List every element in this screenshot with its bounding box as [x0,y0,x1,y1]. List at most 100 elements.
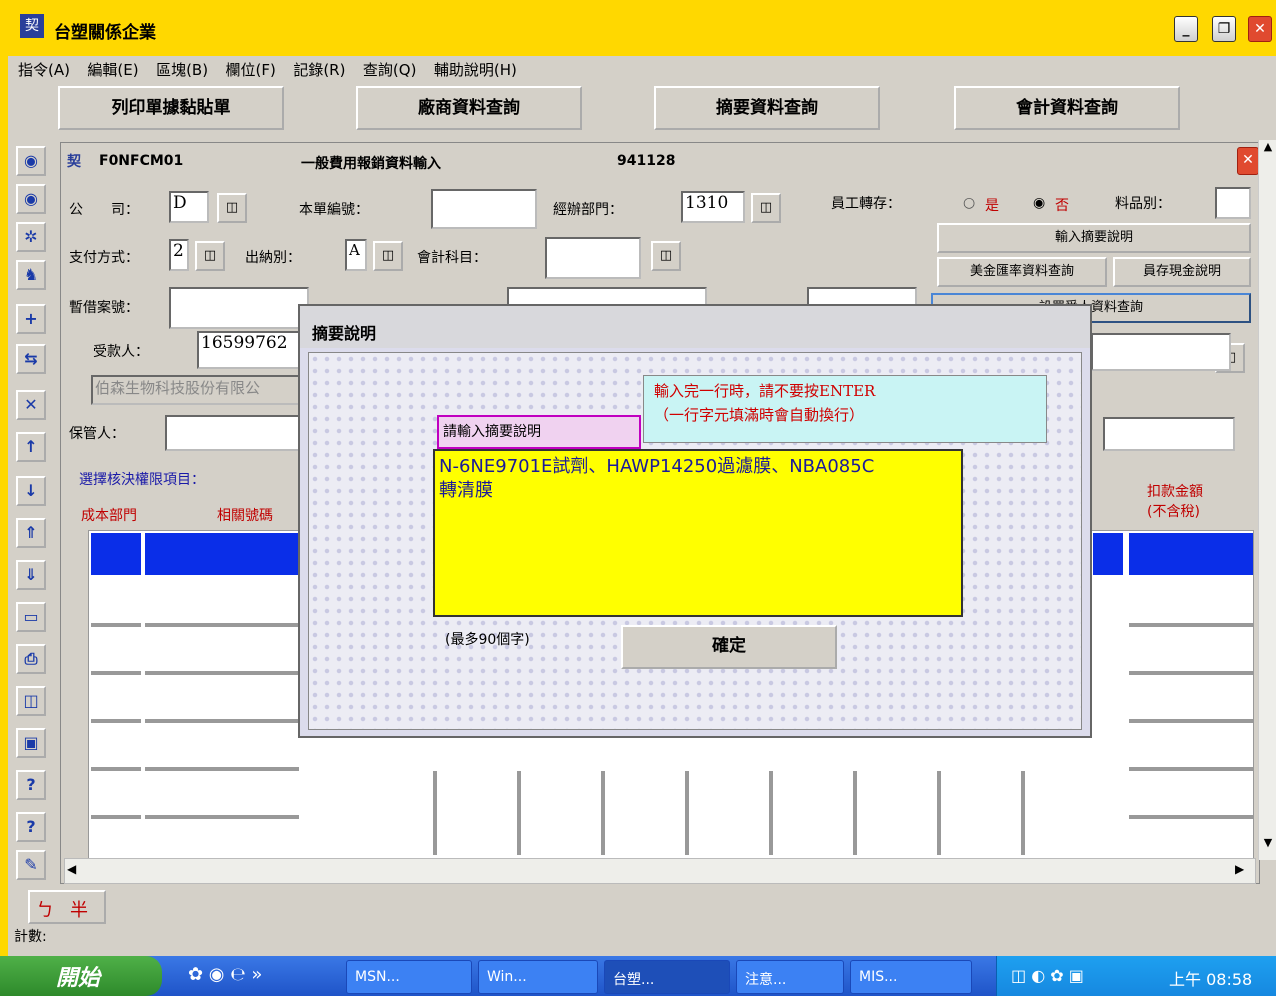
print-icon[interactable]: ⎙ [16,644,46,674]
dept-field[interactable]: 1310 [681,191,745,223]
task-win[interactable]: Win... [478,960,598,994]
fx-rate-query-button[interactable]: 美金匯率資料查詢 [937,257,1107,287]
save-icon[interactable]: ▣ [16,728,46,758]
close-button[interactable]: ✕ [1248,16,1272,42]
grid-row-selected-d[interactable] [1129,533,1253,575]
form-icon: 契 [67,154,81,170]
exit-icon[interactable]: ✎ [16,850,46,880]
clear-icon[interactable]: ✲ [16,222,46,252]
doc-no-field[interactable] [431,189,537,229]
scroll-left-icon[interactable]: ◀ [67,862,76,876]
keeper-field[interactable] [165,415,305,451]
quick-launch-icons[interactable]: ✿ ◉ ℮ » [188,964,262,985]
company-label: 公 司： [69,202,139,218]
menu-block[interactable]: 區塊(B) [156,56,208,84]
menu-help[interactable]: 輔助說明(H) [434,56,517,84]
cashier-field[interactable]: A [345,239,367,271]
grid-col-mid[interactable] [353,771,1093,855]
ime-halfwidth: 半 [70,900,88,921]
task-msn[interactable]: MSN... [346,960,472,994]
task-notice[interactable]: 注意... [736,960,844,994]
form-close-button[interactable]: ✕ [1237,147,1259,175]
traffic-light-icon[interactable]: ◉ [16,184,46,214]
pay-method-field[interactable]: 2 [169,239,189,271]
payee-label: 受款人： [93,344,149,360]
help-icon[interactable]: ? [16,770,46,800]
grid-row-selected-a[interactable] [91,533,141,575]
vertical-scrollbar[interactable]: ▲ ▼ [1258,140,1276,860]
grid-col-1[interactable] [91,579,141,855]
vendor-query-button[interactable]: 廠商資料查詢 [356,86,582,130]
task-app[interactable]: 台塑... [604,960,730,994]
duplicate-record-icon[interactable]: ⇆ [16,344,46,374]
menu-query[interactable]: 查詢(Q) [363,56,417,84]
menu-command[interactable]: 指令(A) [18,56,70,84]
summary-dialog: 摘要說明 輸入完一行時，請不要按ENTER （一行字元填滿時會自動換行） 請輸入… [298,304,1092,738]
item-type-field[interactable] [1215,187,1251,219]
accounting-query-button[interactable]: 會計資料查詢 [954,86,1180,130]
grid-row-selected-b[interactable] [145,533,299,575]
account-lookup-icon[interactable]: ◫ [651,241,681,271]
approve-label: 選擇核決權限項目： [79,472,205,488]
next-block-icon[interactable]: ⇓ [16,560,46,590]
payee-name-field: 伯森生物科技股份有限公 [91,375,307,405]
dialog-body: 輸入完一行時，請不要按ENTER （一行字元填滿時會自動換行） 請輸入摘要說明 … [308,352,1082,730]
minimize-button[interactable]: _ [1174,16,1198,42]
ime-indicator[interactable]: ㄅ 半 [28,890,106,924]
emp-no-radio[interactable]: ◉ [1033,195,1045,211]
form-date: 941128 [617,153,676,169]
prev-block-icon[interactable]: ⇑ [16,518,46,548]
open-folder-icon[interactable]: ▭ [16,602,46,632]
hint-icon[interactable]: ? [16,812,46,842]
up-arrow-icon[interactable]: ↑ [16,432,46,462]
menu-field[interactable]: 欄位(F) [226,56,276,84]
find-icon[interactable]: ♞ [16,260,46,290]
traffic-light-icon[interactable]: ◉ [16,146,46,176]
pay-method-lookup-icon[interactable]: ◫ [195,241,225,271]
menu-edit[interactable]: 編輯(E) [87,56,138,84]
system-tray: ◫ ◐ ✿ ▣ 上午 08:58 [996,956,1276,996]
delete-record-icon[interactable]: ✕ [16,390,46,420]
print-voucher-button[interactable]: 列印單據黏貼單 [58,86,284,130]
book-icon[interactable]: ◫ [16,686,46,716]
app-icon: 契 [20,14,44,38]
payee-field[interactable]: 16599762 [197,331,307,369]
dialog-note-box: 輸入完一行時，請不要按ENTER （一行字元填滿時會自動換行） [643,375,1047,443]
input-summary-button[interactable]: 輸入摘要說明 [937,223,1251,253]
cashier-lookup-icon[interactable]: ◫ [373,241,403,271]
task-win-label: Win... [487,969,527,985]
account-label: 會計科目： [417,250,487,266]
emp-yes-radio[interactable]: ○ [963,195,975,211]
company-lookup-icon[interactable]: ◫ [217,193,247,223]
dept-lookup-icon[interactable]: ◫ [751,193,781,223]
down-arrow-icon[interactable]: ↓ [16,476,46,506]
scroll-down-icon[interactable]: ▼ [1260,836,1276,854]
menu-record[interactable]: 記錄(R) [293,56,345,84]
tray-icons[interactable]: ◫ ◐ ✿ ▣ [1011,966,1084,985]
petty-cash-button[interactable]: 員存現金說明 [1113,257,1251,287]
account-field[interactable] [545,237,641,279]
horizontal-scrollbar[interactable]: ◀ ▶ [64,858,1256,884]
col-deduct-amount: 扣款金額 [1147,484,1203,500]
start-button[interactable]: 開始 [0,956,162,996]
restore-button[interactable]: ❐ [1212,16,1236,42]
grid-col-last[interactable] [1129,579,1253,855]
summary-textarea[interactable]: N-6NE9701E試劑、HAWP14250過濾膜、NBA085C 轉清膜 [433,449,963,617]
grid-row-selected-c[interactable] [1093,533,1123,575]
summary-query-button[interactable]: 摘要資料查詢 [654,86,880,130]
advance-no-field[interactable] [169,287,309,329]
form-title-bar: 契 F0NFCM01 一般費用報銷資料輸入 941128 ✕ [61,143,1261,179]
cashier-label: 出納別： [245,250,301,266]
scroll-up-icon[interactable]: ▲ [1260,140,1276,158]
insert-record-icon[interactable]: + [16,304,46,334]
company-field[interactable]: D [169,191,209,223]
ok-button[interactable]: 確定 [621,625,837,669]
window-title: 台塑關係企業 [54,23,156,43]
ime-phonetic: ㄅ [36,900,54,921]
right-field[interactable] [1103,417,1235,451]
grid-col-2[interactable] [145,579,299,855]
payee-extra-field[interactable] [1091,333,1231,371]
scroll-right-icon[interactable]: ▶ [1235,862,1244,876]
doc-no-label: 本單編號： [299,202,369,218]
task-mis[interactable]: MIS... [850,960,972,994]
